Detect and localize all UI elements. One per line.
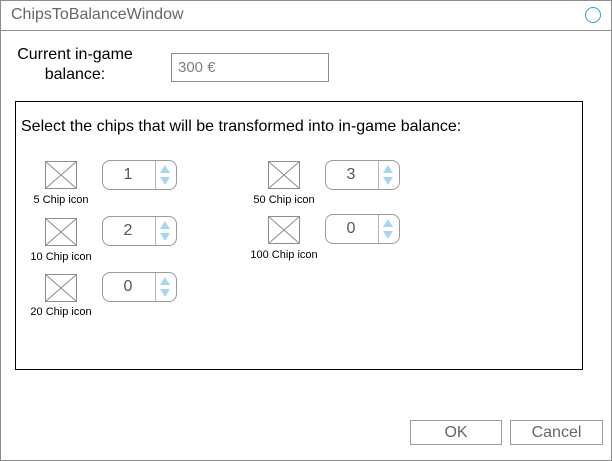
increment-arrow-icon[interactable] <box>159 276 171 286</box>
stepper-divider <box>155 161 156 189</box>
decrement-arrow-icon[interactable] <box>382 176 394 186</box>
chip-20-icon <box>45 274 77 302</box>
chip-50-caption: 50 Chip icon <box>253 194 315 206</box>
decrement-arrow-icon[interactable] <box>159 288 171 298</box>
decrement-arrow-icon[interactable] <box>159 232 171 242</box>
ok-button[interactable]: OK <box>410 420 502 445</box>
stepper-divider <box>155 217 156 245</box>
stepper-divider <box>378 215 379 243</box>
increment-arrow-icon[interactable] <box>159 164 171 174</box>
chip-100-caption: 100 Chip icon <box>250 249 318 261</box>
chips-to-balance-window: ChipsToBalanceWindow Current in-game bal… <box>0 0 612 461</box>
stepper-divider <box>378 161 379 189</box>
chip-selection-heading: Select the chips that will be transforme… <box>21 118 462 135</box>
chip-50-icon <box>268 161 300 189</box>
decrement-arrow-icon[interactable] <box>382 230 394 240</box>
current-balance-label: Current in-game balance: <box>17 46 133 83</box>
chip-50-quantity-stepper[interactable]: 3 <box>325 160 400 190</box>
current-balance-field[interactable]: 300 € <box>171 53 329 82</box>
chip-100-quantity-value[interactable]: 0 <box>326 215 376 243</box>
stepper-divider <box>155 273 156 301</box>
chip-10-caption: 10 Chip icon <box>30 251 92 263</box>
decrement-arrow-icon[interactable] <box>159 176 171 186</box>
chip-5-quantity-stepper[interactable]: 1 <box>102 160 177 190</box>
chip-10-quantity-stepper[interactable]: 2 <box>102 216 177 246</box>
chip-20-quantity-stepper[interactable]: 0 <box>102 272 177 302</box>
title-bar: ChipsToBalanceWindow <box>1 1 611 31</box>
increment-arrow-icon[interactable] <box>382 218 394 228</box>
chip-20-quantity-value[interactable]: 0 <box>103 273 153 301</box>
window-control-circle-icon[interactable] <box>585 7 601 23</box>
chip-100-icon <box>268 216 300 244</box>
chip-5-quantity-value[interactable]: 1 <box>103 161 153 189</box>
window-title: ChipsToBalanceWindow <box>11 6 184 23</box>
chip-50-quantity-value[interactable]: 3 <box>326 161 376 189</box>
chip-20-caption: 20 Chip icon <box>30 306 92 318</box>
chip-100-quantity-stepper[interactable]: 0 <box>325 214 400 244</box>
chip-selection-panel: Select the chips that will be transforme… <box>15 101 583 370</box>
chip-5-icon <box>45 161 77 189</box>
cancel-button[interactable]: Cancel <box>510 420 603 445</box>
chip-10-quantity-value[interactable]: 2 <box>103 217 153 245</box>
increment-arrow-icon[interactable] <box>382 164 394 174</box>
chip-5-caption: 5 Chip icon <box>33 194 89 206</box>
chip-10-icon <box>45 218 77 246</box>
increment-arrow-icon[interactable] <box>159 220 171 230</box>
